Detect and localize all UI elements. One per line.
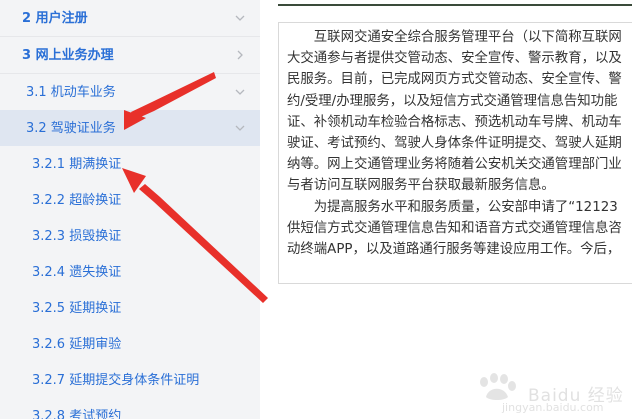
text-line: 供短信方式交通管理信息告知和语音方式交通管理信息咨 [287,220,622,236]
text-line: 纳等。网上交通管理业务将随着公安机关交通管理部门业 [287,157,622,173]
nav-item-label: 3.1 机动车业务 [26,84,116,100]
nav-item-label: 3.2.8 考试预约 [32,408,122,419]
nav-item-vehicle-business[interactable]: 3.1 机动车业务 [0,74,260,110]
main-content: 互联网交通安全综合服务管理平台（以下简称互联网 大交通参与者提供交管动态、安全宣… [278,0,632,419]
nav-item-exam-booking[interactable]: 3.2.8 考试预约 [0,398,260,419]
text-line: 与者访问互联网服务平台获取最新服务信息。 [287,178,555,194]
text-line: 互联网交通安全综合服务管理平台（以下简称互联网 [313,30,622,45]
second-paragraph: 为提高服务水平和服务质量，公安部申请了“12123 供短信方式交通管理信息告知和… [287,197,632,261]
gutter [260,0,280,419]
baidu-jingyan-watermark: Baidu 经验 jingyan.baidu.com [474,369,624,415]
baidu-logo-icon [480,373,516,400]
nav-item-label: 3.2.3 损毁换证 [32,228,122,244]
nav-item-label: 3.2.2 超龄换证 [32,192,122,208]
chevron-right-icon [234,49,246,61]
watermark-url: jingyan.baidu.com [502,401,604,414]
text-line: 证、补领机动车检验合格标志、预选机动车号牌、机动车 [287,114,622,130]
nav-item-deferred-health-proof[interactable]: 3.2.7 延期提交身体条件证明 [0,362,260,398]
nav-item-overage-renewal[interactable]: 3.2.2 超龄换证 [0,182,260,218]
text-line: 为提高服务水平和服务质量，公安部申请了“12123 [313,199,618,215]
nav-item-label: 3.2 驾驶证业务 [26,120,116,136]
content-top-border [278,0,632,6]
nav-item-label: 3.2.5 延期换证 [32,300,122,316]
chevron-down-icon [234,12,246,24]
nav-item-loss-renewal[interactable]: 3.2.4 遗失换证 [0,254,260,290]
nav-item-online-business[interactable]: 3 网上业务办理 [0,37,260,73]
text-line: 约/受理/办理服务，以及短信方式交通管理信息告知功能 [287,93,618,109]
nav-item-deferred-review[interactable]: 3.2.6 延期审验 [0,326,260,362]
nav-item-label: 2 用户注册 [22,10,88,26]
nav-item-label: 3.2.1 期满换证 [32,156,122,172]
text-line: 驶证、考试预约、驾驶人身体条件证明提交、驾驶人延期 [287,136,622,152]
nav-item-label: 3.2.6 延期审验 [32,336,122,352]
text-line: 动终端APP，以及道路通行服务等建设应用工作。今后， [287,242,621,258]
text-line: 民服务。目前，已完成网页方式交管动态、安全宣传、警 [287,72,622,88]
nav-item-expiry-renewal[interactable]: 3.2.1 期满换证 [0,146,260,182]
nav-item-deferred-renewal[interactable]: 3.2.5 延期换证 [0,290,260,326]
nav-item-label: 3 网上业务办理 [22,47,114,63]
nav-item-user-registration[interactable]: 2 用户注册 [0,0,260,36]
nav-item-damage-renewal[interactable]: 3.2.3 损毁换证 [0,218,260,254]
intro-text-box: 互联网交通安全综合服务管理平台（以下简称互联网 大交通参与者提供交管动态、安全宣… [278,22,632,284]
nav-item-label: 3.2.4 遗失换证 [32,264,122,280]
intro-paragraph: 互联网交通安全综合服务管理平台（以下简称互联网 大交通参与者提供交管动态、安全宣… [287,27,632,197]
text-line: 大交通参与者提供交管动态、安全宣传、警示教育，以及 [287,51,622,67]
chevron-down-icon [234,86,246,98]
chevron-down-icon [234,122,246,134]
sidebar-nav: 2 用户注册 3 网上业务办理 3.1 机动车业务 3.2 驾驶证业务 3.2.… [0,0,260,419]
nav-item-label: 3.2.7 延期提交身体条件证明 [32,372,200,388]
nav-item-license-business[interactable]: 3.2 驾驶证业务 [0,110,260,146]
